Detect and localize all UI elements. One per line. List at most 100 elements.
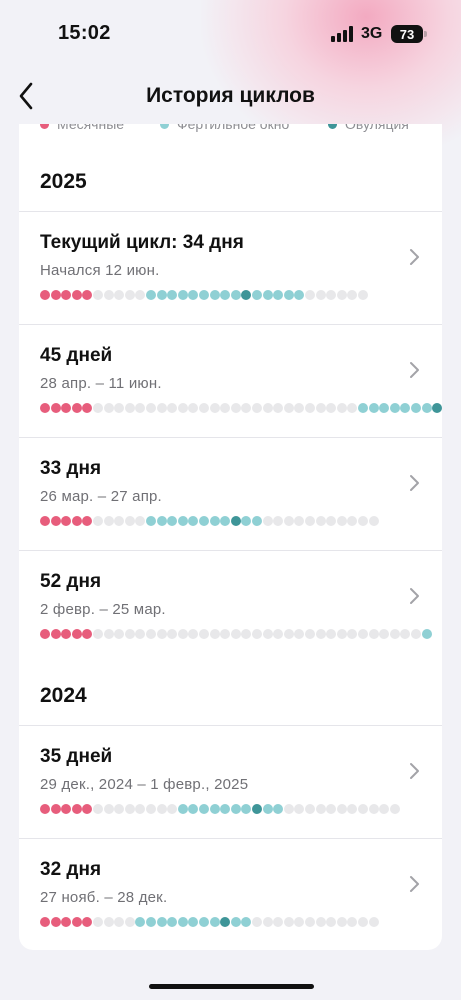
regular-day-dot — [347, 516, 358, 526]
fertile-day-dot — [411, 403, 421, 413]
fertile-day-dot — [220, 804, 231, 814]
fertile-day-dot — [167, 516, 178, 526]
regular-day-dot — [315, 516, 326, 526]
legend-label: Овуляция — [345, 124, 409, 132]
cycle-row[interactable]: 52 дня 2 февр. – 25 мар. — [19, 551, 442, 664]
regular-day-dot — [220, 629, 231, 639]
regular-day-dot — [93, 290, 103, 300]
regular-day-dot — [230, 403, 241, 413]
battery-icon: 73 — [391, 25, 427, 43]
fertile-day-dot — [368, 403, 379, 413]
fertile-day-dot — [177, 804, 188, 814]
cycle-row[interactable]: Текущий цикл: 34 дня Начался 12 июн. — [19, 212, 442, 325]
navigation-bar: История циклов — [0, 70, 461, 124]
fertile-day-dot — [252, 290, 262, 300]
fertile-day-dot — [199, 917, 209, 927]
cycle-dates: 2 февр. – 25 мар. — [40, 601, 166, 618]
regular-day-dot — [315, 403, 326, 413]
fertile-day-dot — [156, 917, 167, 927]
regular-day-dot — [368, 516, 379, 526]
regular-day-dot — [368, 917, 379, 927]
regular-day-dot — [347, 290, 358, 300]
cycle-title: 33 дня — [40, 458, 102, 479]
ovulation-day-dot — [230, 516, 241, 526]
fertile-day-dot — [273, 804, 284, 814]
regular-day-dot — [220, 403, 231, 413]
period-day-dot — [82, 804, 93, 814]
year-heading: 2024 — [40, 684, 87, 707]
fertile-day-dot — [283, 290, 294, 300]
fertile-day-dot — [209, 917, 220, 927]
regular-day-dot — [273, 403, 284, 413]
fertile-day-dot — [230, 917, 241, 927]
period-day-dot — [61, 516, 72, 526]
fertile-day-dot — [177, 290, 188, 300]
period-day-dot — [50, 290, 61, 300]
regular-day-dot — [273, 629, 284, 639]
regular-day-dot — [283, 804, 294, 814]
regular-day-dot — [188, 629, 199, 639]
regular-day-dot — [103, 629, 114, 639]
legend: Месячные Фертильное окно Овуляция — [19, 124, 442, 132]
legend-item: Овуляция — [328, 124, 409, 132]
fertile-day-dot — [220, 290, 231, 300]
legend-label: Фертильное окно — [177, 124, 290, 132]
fertile-day-dot — [220, 516, 231, 526]
regular-day-dot — [305, 804, 315, 814]
regular-day-dot — [283, 516, 294, 526]
regular-day-dot — [411, 629, 421, 639]
period-day-dot — [50, 403, 61, 413]
regular-day-dot — [135, 516, 146, 526]
fertile-day-dot — [400, 403, 411, 413]
regular-day-dot — [93, 403, 103, 413]
period-day-dot — [61, 629, 72, 639]
legend-item: Месячные — [40, 124, 124, 132]
regular-day-dot — [103, 804, 114, 814]
regular-day-dot — [305, 629, 315, 639]
regular-day-dot — [315, 917, 326, 927]
fertile-day-dot — [262, 290, 273, 300]
period-day-dot — [40, 917, 50, 927]
regular-day-dot — [124, 290, 135, 300]
regular-day-dot — [209, 403, 220, 413]
cycle-dates: 29 дек., 2024 – 1 февр., 2025 — [40, 776, 249, 793]
regular-day-dot — [262, 403, 273, 413]
period-day-dot — [40, 629, 50, 639]
cycle-row[interactable]: 32 дня 27 нояб. – 28 дек. — [19, 839, 442, 950]
regular-day-dot — [358, 917, 368, 927]
cycle-row[interactable]: 35 дней 29 дек., 2024 – 1 февр., 2025 — [19, 726, 442, 839]
cycle-row[interactable]: 33 дня 26 мар. – 27 апр. — [19, 438, 442, 551]
fertile-day-dot — [230, 804, 241, 814]
period-day-dot — [40, 804, 50, 814]
fertile-day-dot — [199, 290, 209, 300]
regular-day-dot — [283, 629, 294, 639]
fertile-day-dot — [252, 516, 262, 526]
ovulation-day-dot — [432, 403, 442, 413]
regular-day-dot — [103, 403, 114, 413]
fertile-day-dot — [358, 403, 368, 413]
regular-day-dot — [93, 917, 103, 927]
regular-day-dot — [326, 516, 337, 526]
fertile-day-dot — [188, 516, 199, 526]
cycle-list[interactable]: Месячные Фертильное окно Овуляция 2025 Текущ… — [19, 124, 442, 950]
regular-day-dot — [230, 629, 241, 639]
chevron-right-icon — [408, 587, 420, 605]
fertile-day-dot — [209, 290, 220, 300]
regular-day-dot — [124, 629, 135, 639]
cycle-dates: 28 апр. – 11 июн. — [40, 375, 162, 392]
fertile-day-dot — [273, 290, 284, 300]
chevron-right-icon — [408, 361, 420, 379]
regular-day-dot — [209, 629, 220, 639]
regular-day-dot — [156, 804, 167, 814]
cycle-row[interactable]: 45 дней 28 апр. – 11 июн. — [19, 325, 442, 438]
period-day-dot — [71, 516, 82, 526]
regular-day-dot — [326, 804, 337, 814]
regular-day-dot — [156, 403, 167, 413]
regular-day-dot — [305, 917, 315, 927]
regular-day-dot — [358, 516, 368, 526]
fertile-day-dot — [199, 516, 209, 526]
period-day-dot — [40, 403, 50, 413]
network-type: 3G — [361, 25, 383, 42]
fertile-day-dot — [177, 516, 188, 526]
regular-day-dot — [262, 629, 273, 639]
